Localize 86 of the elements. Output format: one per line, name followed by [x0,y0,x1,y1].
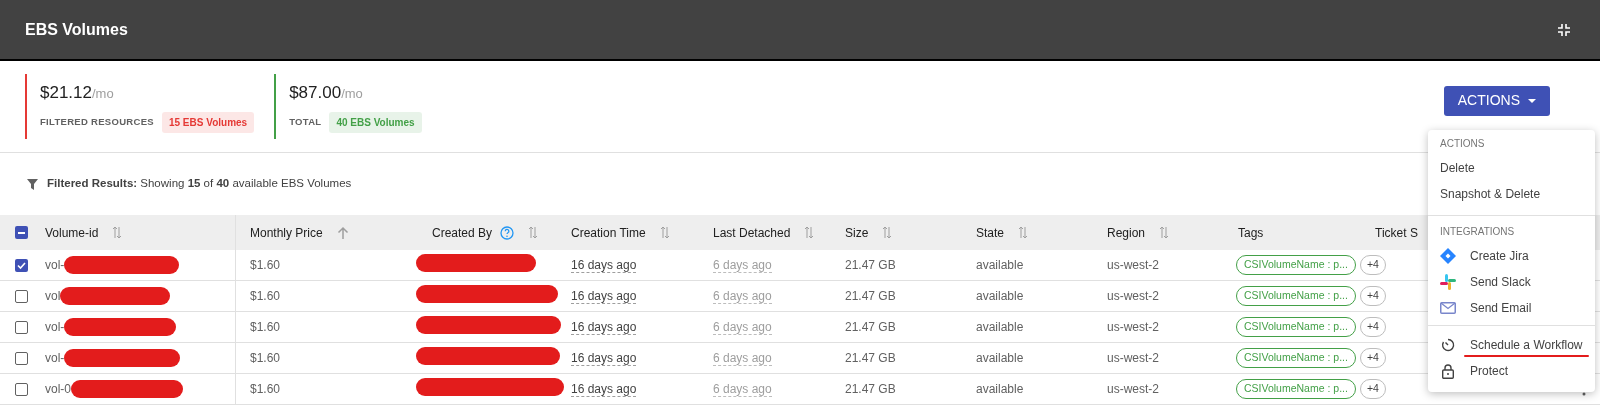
lock-icon [1442,363,1454,379]
menu-item[interactable]: Delete [1428,155,1595,181]
menu-section-title: INTEGRATIONS [1439,225,1516,239]
diamond-logo-icon [1440,248,1456,264]
table-cell: 6 days ago [713,258,772,273]
menu-item[interactable]: Schedule a Workflow [1428,332,1595,358]
sort-icon[interactable] [112,226,123,239]
table-cell: us-west-2 [1107,382,1159,396]
table-cell: 6 days ago [713,351,772,366]
column-header: Creation Time [571,224,646,242]
table-cell-text: vol-0 [45,381,71,398]
table-cell: 6 days ago [713,382,772,397]
amount: $21.12/mo [40,82,115,105]
sort-icon[interactable] [1018,226,1029,239]
checkbox[interactable] [15,382,28,396]
column-header: Ticket S [1375,224,1418,242]
table-cell-text: vol- [45,257,65,274]
table-cell: available [976,382,1024,396]
table-cell: 21.47 GB [845,382,896,396]
summary-label: FILTERED RESOURCES [40,115,154,130]
checkbox[interactable] [15,320,28,334]
table-cell: 16 days ago [571,351,637,366]
count-badge: 15 EBS Volumes [161,111,255,133]
table-cell: $1.60 [250,351,281,365]
envelope-icon [1440,302,1456,314]
menu-item[interactable]: Send Slack [1428,269,1595,295]
table-cell: 21.47 GB [845,289,896,303]
table-cell: 16 days ago [571,382,637,397]
table-cell: 6 days ago [713,320,772,335]
table-cell: available [976,289,1024,303]
table-cell: us-west-2 [1107,258,1159,272]
table-cell: 16 days ago [571,320,637,335]
table-cell: 16 days ago [571,258,637,273]
menu-item[interactable]: Create Jira [1428,243,1595,269]
column-header: Monthly Price [250,224,323,242]
timer-icon [1441,338,1455,352]
table-cell: $1.60 [250,320,281,334]
checkbox[interactable] [15,351,28,365]
column-header: Region [1107,224,1146,242]
summary-label: TOTAL [289,115,322,130]
checkbox[interactable] [15,289,28,303]
sort-icon[interactable] [528,226,539,239]
table-cell: us-west-2 [1107,320,1159,334]
column-header: Volume-id [45,224,99,242]
menu-item[interactable]: Send Email [1428,295,1595,321]
page-title: EBS Volumes [25,19,128,40]
table-cell: 6 days ago [713,289,772,304]
menu-item[interactable]: Protect [1428,358,1595,384]
column-header: Tags [1238,224,1264,242]
checkbox[interactable] [15,258,28,272]
sort-icon[interactable] [659,226,670,239]
table-cell: us-west-2 [1107,289,1159,303]
caret-icon [1528,98,1536,103]
table-cell: available [976,351,1024,365]
table-cell: us-west-2 [1107,351,1159,365]
hash-logo-icon [1440,274,1456,290]
select-all-checkbox[interactable] [15,226,28,239]
help-icon[interactable] [500,225,515,240]
filter-summary: Filtered Results: Showing 15 of 40 available EBS Volumes [47,176,352,192]
collapse-icon[interactable] [1558,23,1570,36]
actions-button[interactable]: ACTIONS [1443,85,1550,116]
table-cell-text: vol- [45,350,65,367]
column-header: Last Detached [713,224,791,242]
table-cell: $1.60 [250,289,281,303]
table-cell-text: vol [45,288,61,305]
sort-icon[interactable] [1159,226,1170,239]
table-cell: 16 days ago [571,289,637,304]
table-cell: 21.47 GB [845,351,896,365]
column-header: State [976,224,1005,242]
table-cell: available [976,258,1024,272]
sort-ascending-icon[interactable] [336,225,349,240]
table-cell: $1.60 [250,258,281,272]
count-badge: 40 EBS Volumes [329,111,422,133]
column-header: Created By [432,224,493,242]
table-cell: $1.60 [250,382,281,396]
table-cell: 21.47 GB [845,320,896,334]
table-cell-text: vol- [45,319,65,336]
menu-item[interactable]: Snapshot & Delete [1428,181,1595,207]
column-header: Size [845,224,869,242]
table-cell: available [976,320,1024,334]
filter-icon [27,178,38,190]
sort-icon[interactable] [882,226,893,239]
amount: $87.00/mo [289,82,364,105]
table-cell: 21.47 GB [845,258,896,272]
menu-section-title: ACTIONS [1439,137,1486,151]
sort-icon[interactable] [804,226,815,239]
